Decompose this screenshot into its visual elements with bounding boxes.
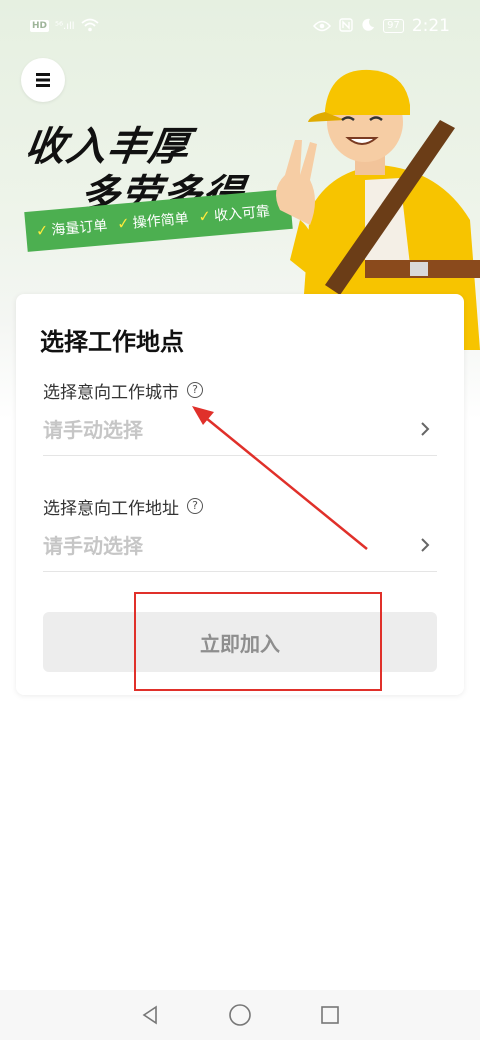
card-title: 选择工作地点 xyxy=(40,328,184,356)
city-field-label-row: 选择意向工作城市 ? xyxy=(43,378,437,403)
status-right: 97 2:21 xyxy=(313,16,450,36)
address-select-value: 请手动选择 xyxy=(43,534,143,558)
nfc-icon xyxy=(339,17,353,36)
hamburger-menu-icon xyxy=(36,73,50,87)
do-not-disturb-moon-icon xyxy=(361,17,375,36)
benefit-tag-label: 收入可靠 xyxy=(213,203,271,225)
help-icon[interactable]: ? xyxy=(187,498,203,514)
wifi-icon xyxy=(80,17,99,36)
benefit-tag: ✓ 海量订单 xyxy=(35,215,108,241)
benefit-tag-label: 操作简单 xyxy=(132,210,190,232)
benefit-tag: ✓ 收入可靠 xyxy=(198,201,271,227)
clock: 2:21 xyxy=(411,16,450,36)
signal-icon: ⁵⁶.ıll xyxy=(55,20,75,32)
address-field: 选择意向工作地址 ? 请手动选择 xyxy=(43,494,437,572)
chevron-right-icon xyxy=(421,422,430,436)
chevron-right-icon xyxy=(421,538,430,552)
address-field-label: 选择意向工作地址 xyxy=(43,498,179,519)
back-triangle-icon[interactable] xyxy=(139,1004,161,1026)
check-icon: ✓ xyxy=(197,206,212,226)
check-icon: ✓ xyxy=(116,213,131,233)
address-field-label-row: 选择意向工作地址 ? xyxy=(43,494,437,519)
system-nav-bar xyxy=(0,990,480,1040)
city-field-label: 选择意向工作城市 xyxy=(43,382,179,403)
screen: HD ⁵⁶.ıll 97 2:21 收入丰厚 多劳多得 ✓ 海量订单 ✓ 操作简… xyxy=(0,0,480,1040)
benefit-tag-label: 海量订单 xyxy=(50,217,109,239)
status-left: HD ⁵⁶.ıll xyxy=(30,17,99,36)
city-select-value: 请手动选择 xyxy=(43,418,143,442)
recents-square-icon[interactable] xyxy=(319,1004,341,1026)
benefit-tag: ✓ 操作简单 xyxy=(116,208,189,234)
home-circle-icon[interactable] xyxy=(228,1003,252,1027)
city-select[interactable]: 请手动选择 xyxy=(43,402,437,456)
status-bar: HD ⁵⁶.ıll 97 2:21 xyxy=(0,0,480,52)
menu-button[interactable] xyxy=(21,58,65,102)
annotation-highlight-box xyxy=(134,592,382,691)
check-icon: ✓ xyxy=(35,221,50,241)
battery-icon: 97 xyxy=(383,19,404,33)
address-select[interactable]: 请手动选择 xyxy=(43,518,437,572)
hd-badge: HD xyxy=(30,20,50,32)
eye-icon xyxy=(313,17,332,36)
city-field: 选择意向工作城市 ? 请手动选择 xyxy=(43,378,437,456)
help-icon[interactable]: ? xyxy=(187,382,203,398)
